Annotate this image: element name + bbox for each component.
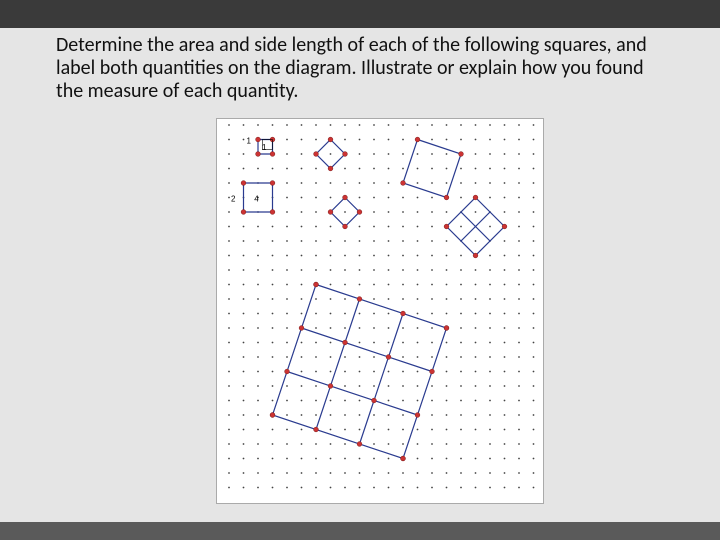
instruction-text: Determine the area and side length of ea… [56,34,656,103]
svg-text:1: 1 [247,137,252,146]
bottom-accent-bar [0,522,720,540]
slide: Determine the area and side length of ea… [0,0,720,540]
svg-text:2: 2 [231,195,236,204]
grid-diagram: 1 1 2 4 [216,118,544,504]
diagram-svg: 1 1 2 4 [217,119,543,503]
top-accent-bar [0,0,720,28]
svg-text:4: 4 [254,195,259,204]
svg-text:1: 1 [262,143,267,152]
